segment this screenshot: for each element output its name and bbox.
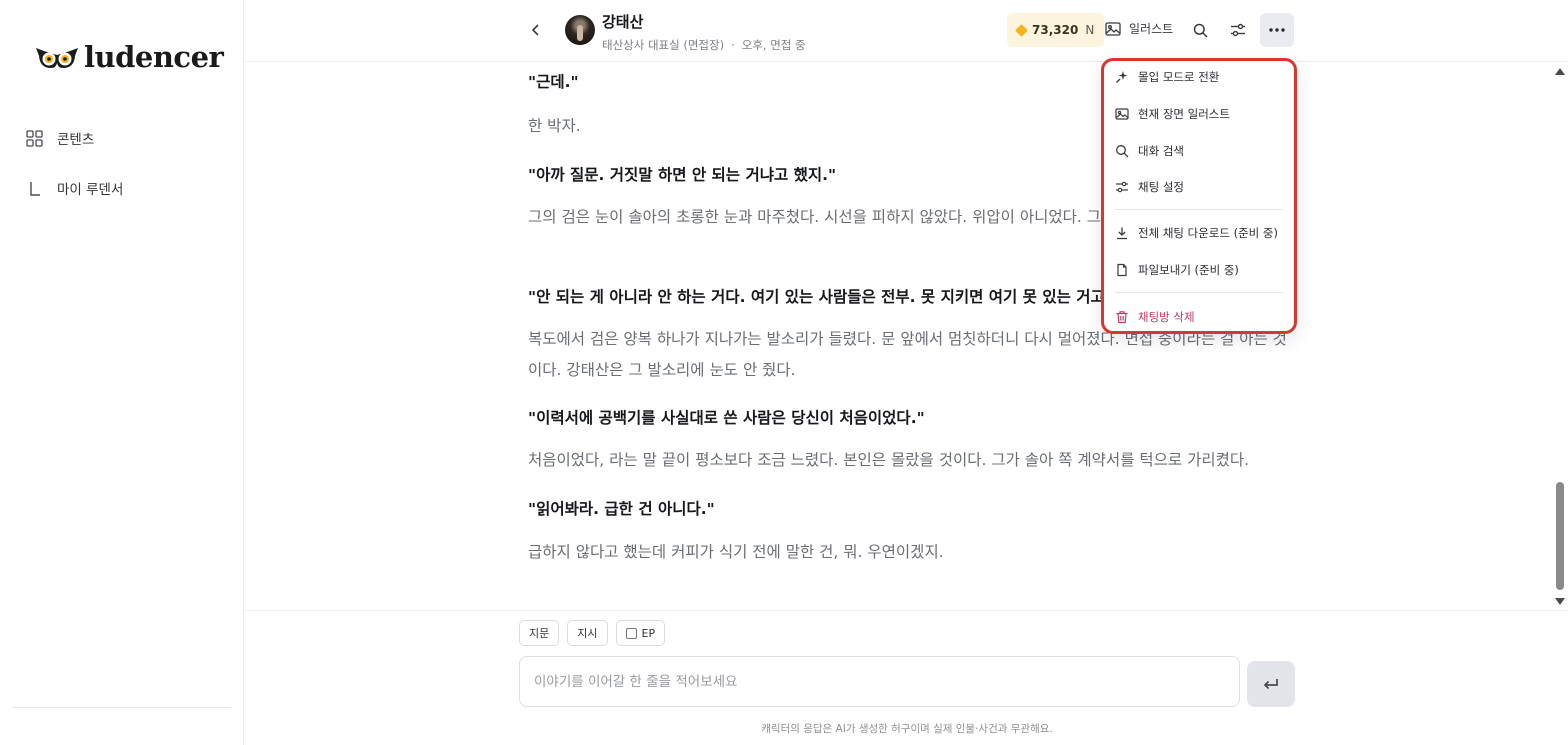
more-options-button[interactable]: [1260, 13, 1294, 47]
coin-balance[interactable]: 73,320 N: [1007, 13, 1105, 47]
illustration-label: 일러스트: [1129, 22, 1174, 36]
menu-item-delete-chat[interactable]: 채팅방 삭제: [1115, 309, 1195, 325]
narration-message: 처음이었다, 라는 말 끝이 평소보다 조금 느렸다. 본인은 몰랐을 것이다.…: [528, 451, 1250, 469]
chat-header: 강태산 태산상사 대표실 (면접장) · 오후, 면접 중 73,320 N 일러스…: [245, 0, 1568, 62]
menu-item-label: 대화 검색: [1138, 144, 1184, 158]
sidebar-item-my-ludencer[interactable]: 마이 루덴서: [26, 177, 123, 199]
sidebar-item-label: 콘텐츠: [57, 132, 95, 148]
dialogue-message: "읽어봐라. 급한 건 아니다.": [528, 500, 715, 518]
divider: [12, 707, 231, 708]
menu-item-chat-settings[interactable]: 채팅 설정: [1115, 179, 1184, 195]
more-horizontal-icon: [1269, 28, 1285, 32]
menu-item-label: 파일보내기 (준비 중): [1138, 263, 1239, 277]
chip-label: 지문: [529, 627, 550, 640]
coin-value: 73,320: [1032, 23, 1079, 37]
meta-separator: ·: [731, 38, 735, 52]
trash-icon: [1116, 311, 1128, 324]
scroll-down-arrow[interactable]: [1555, 598, 1565, 605]
coin-icon: [1015, 23, 1028, 37]
owl-logo-icon: [36, 48, 78, 68]
logo[interactable]: ludencer: [34, 40, 224, 74]
message-input[interactable]: [534, 673, 1225, 690]
scene-meta: 태산상사 대표실 (면접장) · 오후, 면접 중: [602, 37, 806, 53]
ep-checkbox[interactable]: [625, 627, 637, 639]
sliders-icon: [1116, 181, 1128, 193]
dialogue-message: "이력서에 공백기를 사실대로 쓴 사람은 당신이 처음이었다.": [528, 409, 925, 427]
menu-item-immersive-mode[interactable]: 몰입 모드로 전환: [1115, 69, 1219, 85]
enter-icon: [1263, 679, 1278, 690]
back-button[interactable]: [526, 20, 546, 40]
narration-message: 급하지 않다고 했는데 커피가 식기 전에 말한 건, 뭐. 우연이겠지.: [528, 543, 944, 561]
menu-item-chat-search[interactable]: 대화 검색: [1115, 143, 1184, 159]
avatar[interactable]: [565, 15, 595, 45]
menu-item-scene-illustration[interactable]: 현재 장면 일러스트: [1115, 106, 1230, 122]
chat-settings-button[interactable]: [1228, 20, 1248, 40]
character-name: 강태산: [602, 13, 644, 31]
grid-icon: [26, 129, 43, 147]
search-icon: [1193, 23, 1208, 38]
menu-item-label: 현재 장면 일러스트: [1138, 107, 1230, 121]
coin-unit: N: [1085, 23, 1095, 37]
sidebar-item-contents[interactable]: 콘텐츠: [26, 127, 123, 149]
search-button[interactable]: [1190, 20, 1210, 40]
image-icon: [1105, 21, 1121, 36]
illustration-button[interactable]: 일러스트: [1105, 20, 1173, 37]
menu-divider: [1115, 292, 1283, 293]
ep-toggle[interactable]: EP: [615, 620, 666, 646]
sparkle-icon: [1116, 71, 1128, 83]
download-icon: [1117, 227, 1127, 240]
message-input-container: [519, 656, 1240, 707]
file-icon: [1117, 263, 1127, 277]
send-button[interactable]: [1247, 661, 1295, 707]
menu-divider: [1115, 209, 1283, 210]
sidebar-nav: 콘텐츠 마이 루덴서: [26, 127, 123, 227]
chip-label: 지시: [577, 627, 598, 640]
scrollbar[interactable]: [1552, 64, 1568, 610]
instruction-chip[interactable]: 지시: [567, 620, 608, 646]
menu-item-label: 채팅 설정: [1138, 180, 1184, 194]
sidebar: ludencer 콘텐츠 마이 루덴서: [0, 0, 244, 745]
sidebar-item-label: 마이 루덴서: [57, 182, 124, 198]
composer-chips: 지문 지시 EP: [519, 620, 666, 646]
divider: [245, 610, 1568, 611]
chip-label: EP: [641, 626, 656, 640]
narration-chip[interactable]: 지문: [519, 620, 560, 646]
menu-item-label: 전체 채팅 다운로드 (준비 중): [1138, 226, 1278, 240]
more-options-menu: 몰입 모드로 전환 현재 장면 일러스트 대화 검색 채팅 설정 전체 채팅 다…: [1101, 58, 1297, 334]
image-icon: [1115, 108, 1129, 120]
menu-item-file-export[interactable]: 파일보내기 (준비 중): [1115, 262, 1239, 278]
menu-item-download-all[interactable]: 전체 채팅 다운로드 (준비 중): [1115, 225, 1278, 241]
scroll-up-arrow[interactable]: [1555, 68, 1565, 75]
menu-item-label: 몰입 모드로 전환: [1138, 70, 1220, 84]
sliders-icon: [1231, 23, 1245, 37]
scene-status: 오후, 면접 중: [741, 38, 806, 52]
ai-disclaimer: 캐릭터의 응답은 AI가 생성한 허구이며 실제 인물·사건과 무관해요.: [761, 723, 1053, 735]
logo-text: ludencer: [84, 40, 224, 74]
corner-icon: [30, 181, 40, 196]
menu-item-label: 채팅방 삭제: [1138, 310, 1195, 324]
scene-location: 태산상사 대표실 (면접장): [602, 38, 725, 52]
search-icon: [1116, 145, 1129, 158]
chevron-left-icon: [531, 24, 539, 36]
scroll-thumb[interactable]: [1556, 482, 1564, 590]
